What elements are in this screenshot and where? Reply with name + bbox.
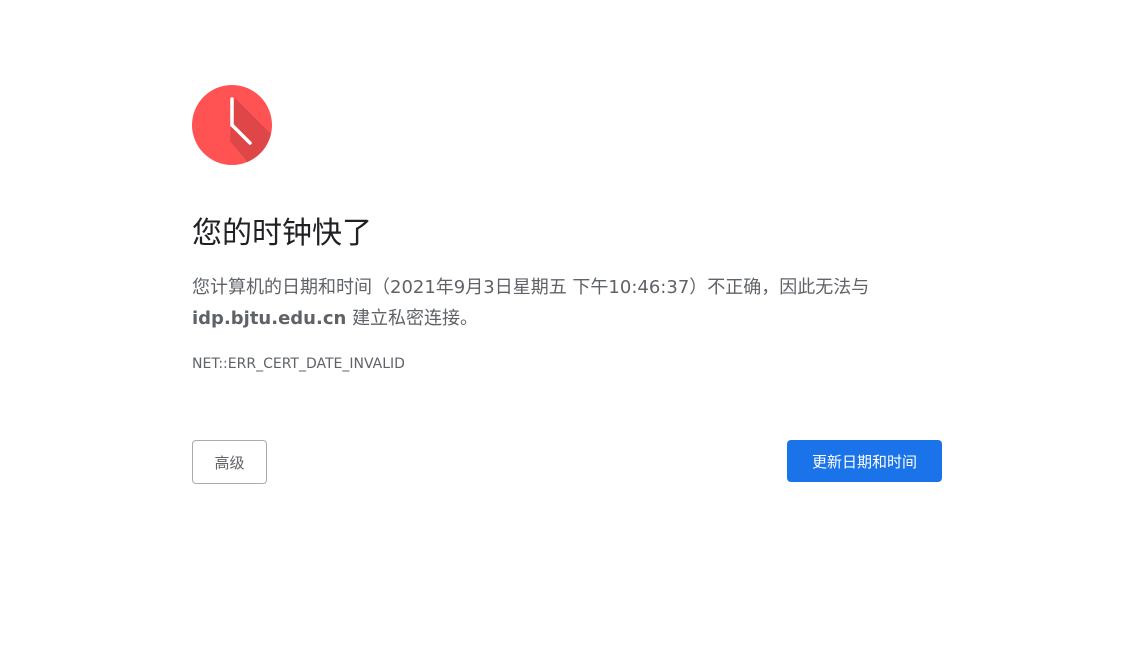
message-text-part1: 您计算机的日期和时间（2021年9月3日星期五 下午10:46:37）不正确，因…	[192, 277, 870, 298]
advanced-button[interactable]: 高级	[192, 440, 267, 484]
error-message: 您计算机的日期和时间（2021年9月3日星期五 下午10:46:37）不正确，因…	[192, 272, 912, 334]
update-date-time-button[interactable]: 更新日期和时间	[787, 440, 942, 482]
error-code: NET::ERR_CERT_DATE_INVALID	[192, 356, 405, 372]
message-text-part2: 建立私密连接。	[352, 308, 479, 329]
page-title: 您的时钟快了	[192, 216, 372, 251]
clock-icon	[192, 85, 272, 165]
host-name: idp.bjtu.edu.cn	[192, 308, 347, 329]
ssl-interstitial-page: 您的时钟快了 您计算机的日期和时间（2021年9月3日星期五 下午10:46:3…	[0, 0, 1145, 648]
